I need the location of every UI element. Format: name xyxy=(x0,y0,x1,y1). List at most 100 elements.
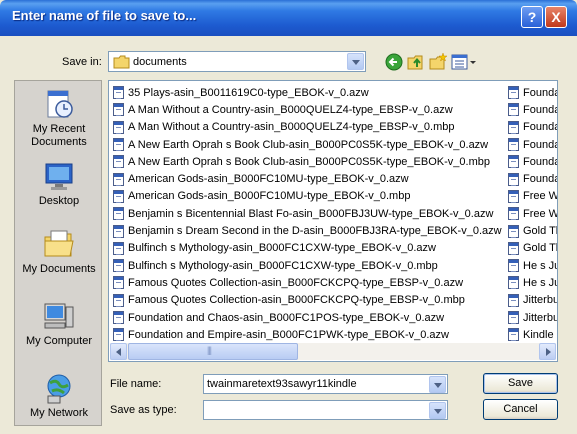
file-name-text: A New Earth Oprah s Book Club-asin_B000P… xyxy=(128,155,490,168)
place-label: My Computer xyxy=(25,335,93,347)
file-list-item[interactable]: A New Earth Oprah s Book Club-asin_B000P… xyxy=(113,136,503,153)
file-list-item[interactable]: Founda xyxy=(508,153,557,170)
file-name-input[interactable]: twainmaretext93sawyr11kindle xyxy=(203,374,448,394)
file-list-item[interactable]: He s Ju xyxy=(508,257,557,274)
file-list-item[interactable]: 35 Plays-asin_B0011619C0-type_EBOK-v_0.a… xyxy=(113,84,503,101)
file-icon xyxy=(508,86,519,100)
file-list-item[interactable]: American Gods-asin_B000FC10MU-type_EBOK-… xyxy=(113,170,503,187)
file-icon xyxy=(113,155,124,169)
place-my-computer[interactable]: My Computer xyxy=(15,299,103,348)
file-icon xyxy=(113,328,124,342)
file-name-text: Benjamin s Bicentennial Blast Fo-asin_B0… xyxy=(128,207,494,220)
my-documents-icon xyxy=(44,230,74,257)
place-desktop[interactable]: Desktop xyxy=(15,159,103,208)
scroll-left-icon[interactable] xyxy=(110,343,127,360)
file-name-text: Founda xyxy=(523,138,558,151)
file-list-item[interactable]: Gold Th xyxy=(508,222,557,239)
file-icon xyxy=(113,276,124,290)
save-as-type-dropdown[interactable] xyxy=(203,400,448,420)
recent-documents-icon xyxy=(47,90,73,118)
file-list-item[interactable]: Founda xyxy=(508,170,557,187)
file-icon xyxy=(113,207,124,221)
desktop-icon xyxy=(45,163,73,190)
file-icon xyxy=(113,86,124,100)
cancel-button[interactable]: Cancel xyxy=(483,399,558,420)
save-button[interactable]: Save xyxy=(483,373,558,394)
file-list-item[interactable]: Foundation and Chaos-asin_B000FC1POS-typ… xyxy=(113,309,503,326)
save-in-dropdown[interactable]: documents xyxy=(108,51,366,72)
file-list-item[interactable]: Founda xyxy=(508,119,557,136)
file-list-item[interactable]: A Man Without a Country-asin_B000QUELZ4-… xyxy=(113,119,503,136)
folder-icon xyxy=(113,55,130,69)
file-name-text: 35 Plays-asin_B0011619C0-type_EBOK-v_0.a… xyxy=(128,86,369,99)
file-list-item[interactable]: Founda xyxy=(508,136,558,153)
place-my-recent-documents[interactable]: My Recent Documents xyxy=(15,87,103,149)
save-in-value: documents xyxy=(133,56,187,68)
file-icon xyxy=(508,241,519,255)
file-name-text: Founda xyxy=(523,103,558,116)
scrollbar-thumb[interactable] xyxy=(128,343,298,360)
file-list-item[interactable]: Famous Quotes Collection-asin_B000FCKCPQ… xyxy=(113,274,503,291)
file-icon xyxy=(113,120,124,134)
file-list-item[interactable]: Free W xyxy=(508,205,557,222)
file-icon xyxy=(508,328,519,342)
file-name-text: A New Earth Oprah s Book Club-asin_B000P… xyxy=(128,138,489,151)
file-name-label: File name: xyxy=(110,378,162,390)
chevron-down-icon[interactable] xyxy=(347,53,364,70)
save-file-dialog: Enter name of file to save to... ? X Sav… xyxy=(0,0,577,434)
file-name-text: Free W xyxy=(523,190,558,203)
file-list[interactable]: 35 Plays-asin_B0011619C0-type_EBOK-v_0.a… xyxy=(108,80,558,362)
back-icon[interactable] xyxy=(384,52,404,72)
place-label: My Recent Documents xyxy=(31,123,87,148)
file-list-item[interactable]: A New Earth Oprah s Book Club-asin_B000P… xyxy=(113,153,503,170)
help-button[interactable]: ? xyxy=(521,6,543,28)
file-name-text: A Man Without a Country-asin_B000QUELZ4-… xyxy=(128,103,453,116)
place-my-documents[interactable]: My Documents xyxy=(15,227,103,276)
file-list-item[interactable]: Famous Quotes Collection-asin_B000FCKCPQ… xyxy=(113,292,503,309)
title-bar[interactable]: Enter name of file to save to... ? X xyxy=(0,0,577,36)
file-icon xyxy=(113,189,124,203)
file-icon xyxy=(508,103,519,117)
file-icon xyxy=(113,138,124,152)
file-list-item[interactable]: Founda xyxy=(508,101,558,118)
file-list-item[interactable]: He s Ju xyxy=(508,274,557,291)
save-as-type-label: Save as type: xyxy=(110,404,177,416)
file-name-text: Famous Quotes Collection-asin_B000FCKCPQ… xyxy=(128,276,464,289)
views-menu-icon[interactable] xyxy=(450,52,478,72)
file-list-item[interactable]: Bulfinch s Mythology-asin_B000FC1CXW-typ… xyxy=(113,240,503,257)
file-name-value: twainmaretext93sawyr11kindle xyxy=(207,378,357,390)
file-list-item[interactable]: A Man Without a Country-asin_B000QUELZ4-… xyxy=(113,101,503,118)
horizontal-scrollbar[interactable] xyxy=(110,343,556,360)
file-name-text: Foundation and Chaos-asin_B000FC1POS-typ… xyxy=(128,311,445,324)
place-label: My Network xyxy=(29,407,89,419)
file-name-text: A Man Without a Country-asin_B000QUELZ4-… xyxy=(128,121,455,134)
chevron-down-icon[interactable] xyxy=(429,376,446,393)
file-icon xyxy=(508,138,519,152)
file-list-item[interactable]: Benjamin s Bicentennial Blast Fo-asin_B0… xyxy=(113,205,503,222)
file-list-item[interactable]: Kindle U xyxy=(508,326,557,343)
close-button[interactable]: X xyxy=(545,6,567,28)
places-bar: My Recent Documents Desktop My Documents xyxy=(14,80,102,426)
file-list-item[interactable]: Benjamin s Dream Second in the D-asin_B0… xyxy=(113,222,503,239)
file-name-text: Bulfinch s Mythology-asin_B000FC1CXW-typ… xyxy=(128,242,436,255)
scroll-right-icon[interactable] xyxy=(539,343,556,360)
file-list-item[interactable]: Foundation and Empire-asin_B000FC1PWK-ty… xyxy=(113,326,503,343)
file-list-item[interactable]: Free W xyxy=(508,188,558,205)
new-folder-icon[interactable] xyxy=(428,52,448,72)
chevron-down-icon[interactable] xyxy=(429,402,446,419)
up-folder-icon[interactable] xyxy=(406,52,426,72)
file-icon xyxy=(508,120,519,134)
file-icon xyxy=(113,172,124,186)
file-list-item[interactable]: Gold Th xyxy=(508,240,557,257)
file-list-item[interactable]: Jitterbu xyxy=(508,309,558,326)
file-list-item[interactable]: Bulfinch s Mythology-asin_B000FC1CXW-typ… xyxy=(113,257,503,274)
file-name-text: Jitterbu xyxy=(523,311,558,324)
place-my-network[interactable]: My Network xyxy=(15,371,103,420)
file-icon xyxy=(113,103,124,117)
my-computer-icon xyxy=(44,303,74,329)
file-list-item[interactable]: Jitterbu xyxy=(508,292,557,309)
file-icon xyxy=(508,259,519,273)
file-list-item[interactable]: Founda xyxy=(508,84,557,101)
file-icon xyxy=(508,207,519,221)
file-list-item[interactable]: American Gods-asin_B000FC10MU-type_EBOK-… xyxy=(113,188,503,205)
